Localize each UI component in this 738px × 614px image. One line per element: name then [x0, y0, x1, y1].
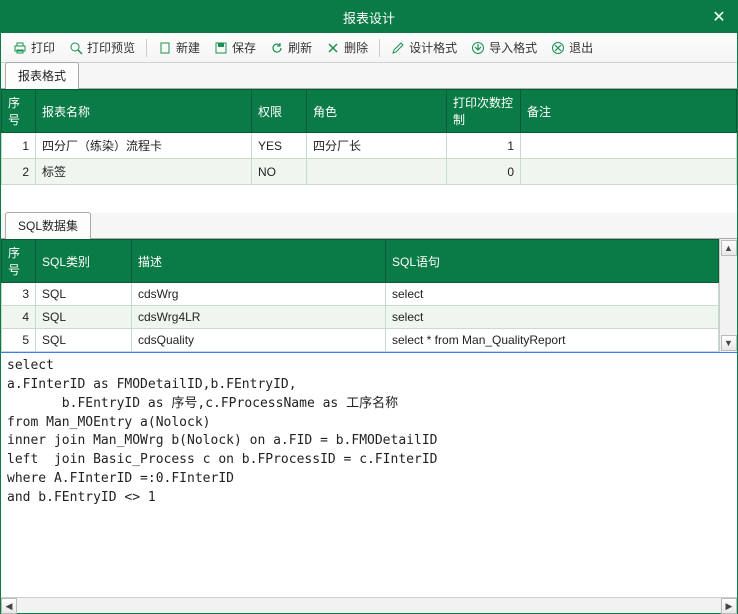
cell-sql-type: SQL — [36, 306, 132, 329]
separator — [379, 39, 380, 57]
cell-name: 标签 — [36, 159, 252, 185]
table-row[interactable]: 3SQLcdsWrgselect — [2, 283, 719, 306]
table-row[interactable]: 2标签NO 0 — [2, 159, 737, 185]
scroll-left-button[interactable]: ◀ — [1, 598, 17, 614]
separator — [146, 39, 147, 57]
save-label: 保存 — [232, 39, 256, 56]
print-preview-label: 打印预览 — [87, 39, 135, 56]
tab-row-sql: SQL数据集 — [1, 213, 737, 239]
cell-idx: 3 — [2, 283, 36, 306]
toolbar: 打印 打印预览 新建 保存 刷新 — [1, 33, 737, 63]
cell-sql: select — [386, 283, 719, 306]
printer-icon — [13, 41, 27, 55]
print-label: 打印 — [31, 39, 55, 56]
print-preview-button[interactable]: 打印预览 — [63, 36, 141, 59]
save-button[interactable]: 保存 — [208, 36, 262, 59]
exit-button[interactable]: 退出 — [545, 36, 599, 59]
cell-role: 四分厂长 — [307, 133, 447, 159]
import-format-label: 导入格式 — [489, 39, 537, 56]
pencil-icon — [391, 41, 405, 55]
delete-button[interactable]: 删除 — [320, 36, 374, 59]
cell-idx: 1 — [2, 133, 36, 159]
delete-label: 删除 — [344, 39, 368, 56]
import-icon — [471, 41, 485, 55]
cell-perm: YES — [252, 133, 307, 159]
tab-sql[interactable]: SQL数据集 — [5, 212, 91, 239]
preview-icon — [69, 41, 83, 55]
table-row[interactable]: 5SQLcdsQualityselect * from Man_QualityR… — [2, 329, 719, 352]
chevron-down-icon: ▼ — [724, 338, 733, 348]
col2-desc[interactable]: 描述 — [132, 240, 386, 283]
vertical-scrollbar[interactable]: ▲ ▼ — [719, 239, 737, 352]
sql-table[interactable]: 序号 SQL类别 描述 SQL语句 3SQLcdsWrgselect4SQLcd… — [1, 239, 719, 352]
col-perm[interactable]: 权限 — [252, 90, 307, 133]
save-icon — [214, 41, 228, 55]
titlebar: 报表设计 ✕ — [1, 1, 737, 33]
delete-icon — [326, 41, 340, 55]
print-button[interactable]: 打印 — [7, 36, 61, 59]
refresh-label: 刷新 — [288, 39, 312, 56]
col-idx[interactable]: 序号 — [2, 90, 36, 133]
design-format-button[interactable]: 设计格式 — [385, 36, 463, 59]
scroll-right-button[interactable]: ▶ — [721, 598, 737, 614]
new-button[interactable]: 新建 — [152, 36, 206, 59]
close-icon: ✕ — [712, 7, 725, 27]
window-title: 报表设计 — [343, 8, 395, 27]
sql-grid-outer: 序号 SQL类别 描述 SQL语句 3SQLcdsWrgselect4SQLcd… — [1, 239, 737, 352]
cell-perm: NO — [252, 159, 307, 185]
cell-sql-type: SQL — [36, 329, 132, 352]
cell-idx: 4 — [2, 306, 36, 329]
cell-idx: 2 — [2, 159, 36, 185]
col-print-ctrl[interactable]: 打印次数控制 — [447, 90, 521, 133]
table-row[interactable]: 4SQLcdsWrg4LRselect — [2, 306, 719, 329]
tab-format[interactable]: 报表格式 — [5, 62, 79, 89]
cell-remark — [521, 133, 737, 159]
cell-sql: select * from Man_QualityReport — [386, 329, 719, 352]
format-table[interactable]: 序号 报表名称 权限 角色 打印次数控制 备注 1四分厂（练染）流程卡YES四分… — [1, 89, 737, 185]
col2-sql-type[interactable]: SQL类别 — [36, 240, 132, 283]
sql-editor[interactable]: select a.FInterID as FMODetailID,b.FEntr… — [1, 352, 737, 597]
cell-desc: cdsWrg — [132, 283, 386, 306]
format-grid-wrap: 序号 报表名称 权限 角色 打印次数控制 备注 1四分厂（练染）流程卡YES四分… — [1, 89, 737, 213]
app-window: 报表设计 ✕ 打印 打印预览 新建 — [0, 0, 738, 614]
grid1-spacer — [1, 185, 737, 213]
col2-sql[interactable]: SQL语句 — [386, 240, 719, 283]
tab-format-label: 报表格式 — [18, 69, 66, 83]
new-file-icon — [158, 41, 172, 55]
close-button[interactable]: ✕ — [701, 1, 737, 33]
import-format-button[interactable]: 导入格式 — [465, 36, 543, 59]
col-name[interactable]: 报表名称 — [36, 90, 252, 133]
cell-desc: cdsWrg4LR — [132, 306, 386, 329]
horizontal-scrollbar[interactable]: ◀ ▶ — [1, 597, 737, 613]
tab-row-format: 报表格式 — [1, 63, 737, 89]
refresh-icon — [270, 41, 284, 55]
col2-idx[interactable]: 序号 — [2, 240, 36, 283]
cell-desc: cdsQuality — [132, 329, 386, 352]
exit-label: 退出 — [569, 39, 593, 56]
cell-sql: select — [386, 306, 719, 329]
cell-role — [307, 159, 447, 185]
design-format-label: 设计格式 — [409, 39, 457, 56]
cell-print-ctrl: 1 — [447, 133, 521, 159]
scroll-up-button[interactable]: ▲ — [721, 240, 737, 256]
new-label: 新建 — [176, 39, 200, 56]
chevron-up-icon: ▲ — [724, 243, 733, 253]
scroll-down-button[interactable]: ▼ — [721, 335, 737, 351]
tab-sql-label: SQL数据集 — [18, 219, 78, 233]
cell-print-ctrl: 0 — [447, 159, 521, 185]
col-remark[interactable]: 备注 — [521, 90, 737, 133]
chevron-left-icon: ◀ — [6, 601, 13, 612]
exit-icon — [551, 41, 565, 55]
sql-text: select a.FInterID as FMODetailID,b.FEntr… — [7, 358, 437, 505]
cell-remark — [521, 159, 737, 185]
table-row[interactable]: 1四分厂（练染）流程卡YES四分厂长1 — [2, 133, 737, 159]
cell-sql-type: SQL — [36, 283, 132, 306]
col-role[interactable]: 角色 — [307, 90, 447, 133]
chevron-right-icon: ▶ — [726, 601, 733, 612]
cell-name: 四分厂（练染）流程卡 — [36, 133, 252, 159]
cell-idx: 5 — [2, 329, 36, 352]
refresh-button[interactable]: 刷新 — [264, 36, 318, 59]
